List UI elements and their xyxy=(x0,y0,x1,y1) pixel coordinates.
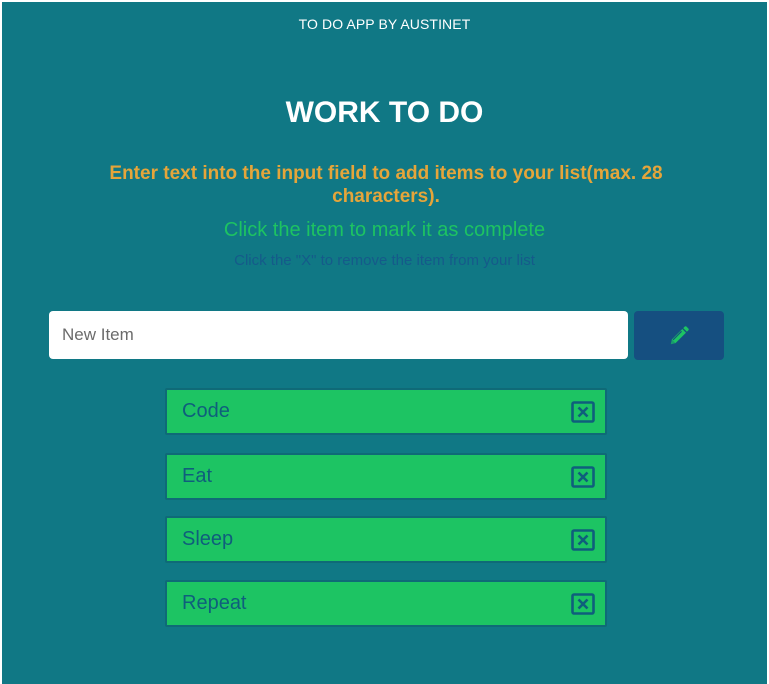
close-box-icon xyxy=(571,593,595,615)
remove-item-button[interactable] xyxy=(571,466,595,488)
pencil-icon xyxy=(670,325,689,344)
todo-item-label: Repeat xyxy=(182,592,247,614)
remove-item-button[interactable] xyxy=(571,401,595,423)
todo-item-label: Eat xyxy=(182,465,213,487)
todo-item[interactable]: Repeat xyxy=(165,580,607,627)
todo-item-label: Code xyxy=(182,400,230,422)
new-item-input[interactable] xyxy=(49,311,628,359)
add-item-button[interactable] xyxy=(634,311,724,360)
instruction-complete: Click the item to mark it as complete xyxy=(223,219,546,241)
page-title: WORK TO DO xyxy=(285,96,484,129)
remove-item-button[interactable] xyxy=(571,529,595,551)
instruction-add: Enter text into the input field to add i… xyxy=(109,163,663,207)
todo-app: TO DO APP BY AUSTINET WORK TO DO Enter t… xyxy=(2,2,767,684)
todo-list: Code Eat Sleep Repeat xyxy=(165,388,607,645)
app-header-title: TO DO APP BY AUSTINET xyxy=(298,16,471,32)
close-box-icon xyxy=(571,401,595,423)
close-box-icon xyxy=(571,466,595,488)
todo-item[interactable]: Code xyxy=(165,388,607,435)
instruction-remove: Click the "X" to remove the item from yo… xyxy=(234,252,535,269)
todo-item[interactable]: Sleep xyxy=(165,516,607,563)
todo-item[interactable]: Eat xyxy=(165,453,607,500)
close-box-icon xyxy=(571,529,595,551)
todo-item-label: Sleep xyxy=(182,528,234,550)
remove-item-button[interactable] xyxy=(571,593,595,615)
